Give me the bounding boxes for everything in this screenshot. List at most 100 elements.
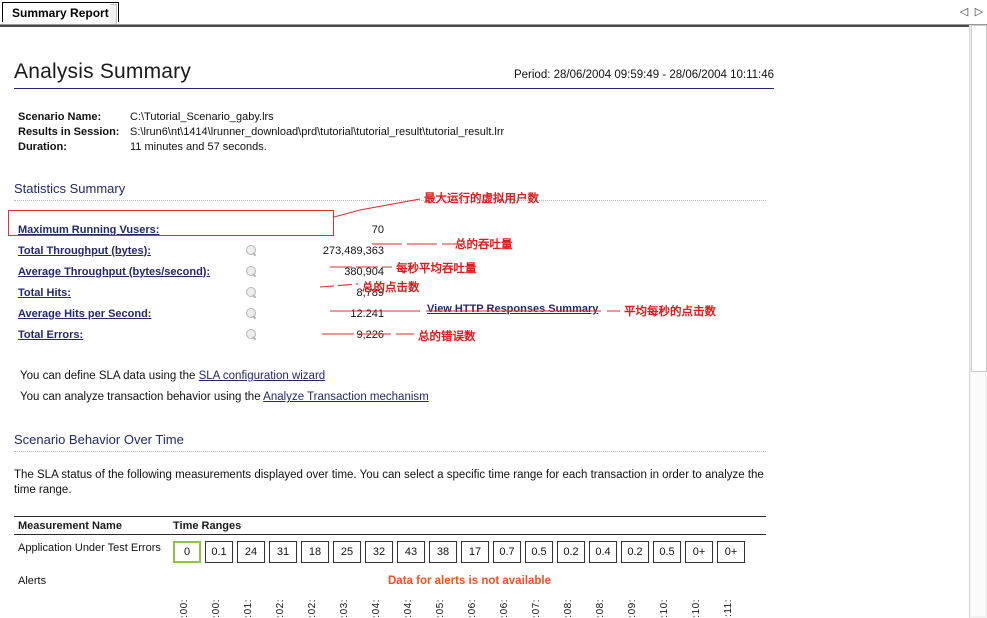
magnifier-icon[interactable] [246,287,257,299]
vertical-scrollbar[interactable] [969,25,987,618]
stat-value: 8,789 [356,286,384,299]
meta-row-results-in-session: Results in Session: S:\lrun6\nt\1414\lru… [18,125,818,140]
time-range-cell[interactable]: 0.4 [589,541,617,563]
stat-label[interactable]: Maximum Running Vusers: [18,224,246,236]
time-range-cell[interactable]: 0+ [685,541,713,563]
stat-icon-slot[interactable] [246,287,294,299]
sla-config-text: You can define SLA data using the [20,370,199,382]
measurement-name: Application Under Test Errors [18,542,161,554]
time-range-cell[interactable]: 0.7 [493,541,521,563]
time-axis-label: 00:06: [466,599,478,618]
report-period: Period: 28/06/2004 09:59:49 - 28/06/2004… [513,69,774,81]
sla-config-line: You can define SLA data using the SLA co… [20,370,325,382]
scrollbar-thumb[interactable] [971,25,987,372]
annotation-total-throughput: 总的吞吐量 [455,237,513,251]
magnifier-icon[interactable] [246,245,257,257]
stat-row-average-hits-per-second[interactable]: Average Hits per Second: 12.241 [18,303,384,324]
time-range-cell[interactable]: 17 [461,541,489,563]
report-meta: Scenario Name: C:\Tutorial_Scenario_gaby… [18,110,818,155]
meta-row-duration: Duration: 11 minutes and 57 seconds. [18,140,818,155]
time-range-cell[interactable]: 43 [397,541,425,563]
meta-value: C:\Tutorial_Scenario_gaby.lrs [130,111,274,123]
stat-label[interactable]: Average Throughput (bytes/second): [18,266,246,278]
stat-row-maximum-running-vusers[interactable]: Maximum Running Vusers: 70 [18,219,384,240]
stat-label[interactable]: Total Throughput (bytes): [18,245,246,257]
stat-row-total-hits[interactable]: Total Hits: 8,789 [18,282,384,303]
stat-icon-slot[interactable] [246,308,294,320]
tab-label: Summary Report [12,5,109,20]
statistics-list: Maximum Running Vusers: 70 Total Through… [18,219,384,345]
time-axis-label: 00:03: [338,599,350,618]
column-header-measurement-name: Measurement Name [18,519,122,532]
alerts-message: Data for alerts is not available [388,575,551,587]
page-title: Analysis Summary [14,60,192,83]
right-arrow-icon[interactable]: ▷ [972,3,986,19]
time-axis-label: 00:09: [626,599,638,618]
time-range-cell[interactable]: 38 [429,541,457,563]
left-arrow-icon[interactable]: ◁ [957,3,971,19]
alerts-row: Alerts Data for alerts is not available [14,575,766,587]
meta-label: Scenario Name: [18,111,102,123]
stat-row-total-throughput[interactable]: Total Throughput (bytes): 273,489,363 [18,240,384,261]
time-range-cell[interactable]: 0.5 [653,541,681,563]
stat-label[interactable]: Total Hits: [18,287,246,299]
tab-summary-report[interactable]: Summary Report [2,2,119,22]
section-divider [14,450,766,452]
stat-label[interactable]: Total Errors: [18,329,246,341]
column-header-time-ranges: Time Ranges [173,519,242,532]
stat-icon-slot[interactable] [246,266,294,278]
measurement-table: Measurement Name Time Ranges Application… [14,516,766,587]
tab-strip: Summary Report ◁ ▷ [0,0,987,25]
section-divider [14,199,766,201]
time-range-cell[interactable]: 0.5 [525,541,553,563]
meta-label: Results in Session: [18,126,120,138]
stat-row-average-throughput[interactable]: Average Throughput (bytes/second): 380,9… [18,261,384,282]
summary-report-window: Summary Report ◁ ▷ Analysis Summary Peri… [0,0,987,618]
magnifier-icon[interactable] [246,266,257,278]
report-document-frame: Analysis Summary Period: 28/06/2004 09:5… [0,25,970,618]
stat-label[interactable]: Average Hits per Second: [18,308,246,320]
time-axis-label: 00:08: [594,599,606,618]
stat-value: 12.241 [350,307,384,320]
time-axis-label: 00:01: [242,599,254,618]
time-axis-labels: 00:00: 00:00: 00:01: 00:02: 00:02: 00:03: 00:0… [170,599,742,618]
time-range-cell[interactable]: 25 [333,541,361,563]
time-range-cell[interactable]: 0 [173,541,201,563]
time-range-cell[interactable]: 24 [237,541,265,563]
section-heading-text: Statistics Summary [14,181,126,196]
analyze-transaction-mechanism-link[interactable]: Analyze Transaction mechanism [263,391,429,403]
stat-value: 273,489,363 [322,244,384,257]
stat-value: 70 [371,223,384,236]
magnifier-icon[interactable] [246,329,257,341]
time-range-cell[interactable]: 18 [301,541,329,563]
time-axis-label: 00:04: [370,599,382,618]
time-range-cell[interactable]: 31 [269,541,297,563]
time-axis-label: 00:11: [722,599,734,618]
time-axis-label: 00:08: [562,599,574,618]
annotation-average-throughput: 每秒平均吞吐量 [396,261,477,275]
time-axis-label: 00:02: [274,599,286,618]
stat-icon-slot[interactable] [246,329,294,341]
time-range-cell[interactable]: 0.1 [205,541,233,563]
time-axis-label: 00:00: [210,599,222,618]
behavior-description: The SLA status of the following measurem… [14,469,764,496]
magnifier-icon[interactable] [246,308,257,320]
time-range-cell[interactable]: 0+ [717,541,745,563]
meta-label: Duration: [18,141,67,153]
time-range-cell[interactable]: 32 [365,541,393,563]
report-header: Analysis Summary Period: 28/06/2004 09:5… [14,60,774,89]
time-range-cell[interactable]: 0.2 [621,541,649,563]
stat-row-total-errors[interactable]: Total Errors: 9,226 [18,324,384,345]
stat-value: 9,226 [356,328,384,341]
time-range-cell[interactable]: 0.2 [557,541,585,563]
section-heading-scenario-behavior: Scenario Behavior Over Time [14,432,766,452]
time-range-cells: 0 0.1 24 31 18 25 32 43 38 17 0.7 0.5 0.2 0.4 0.2 0.5 0+… [173,541,745,563]
stat-value: 380,904 [344,265,384,278]
stat-icon-slot[interactable] [246,245,294,257]
time-axis-label: 00:02: [306,599,318,618]
time-axis-label: 00:07: [530,599,542,618]
sla-configuration-wizard-link[interactable]: SLA configuration wizard [199,370,326,382]
scrollbar-track[interactable] [971,372,985,616]
view-http-responses-summary-link[interactable]: View HTTP Responses Summary [427,303,598,315]
analyze-transaction-text: You can analyze transaction behavior usi… [20,391,264,403]
